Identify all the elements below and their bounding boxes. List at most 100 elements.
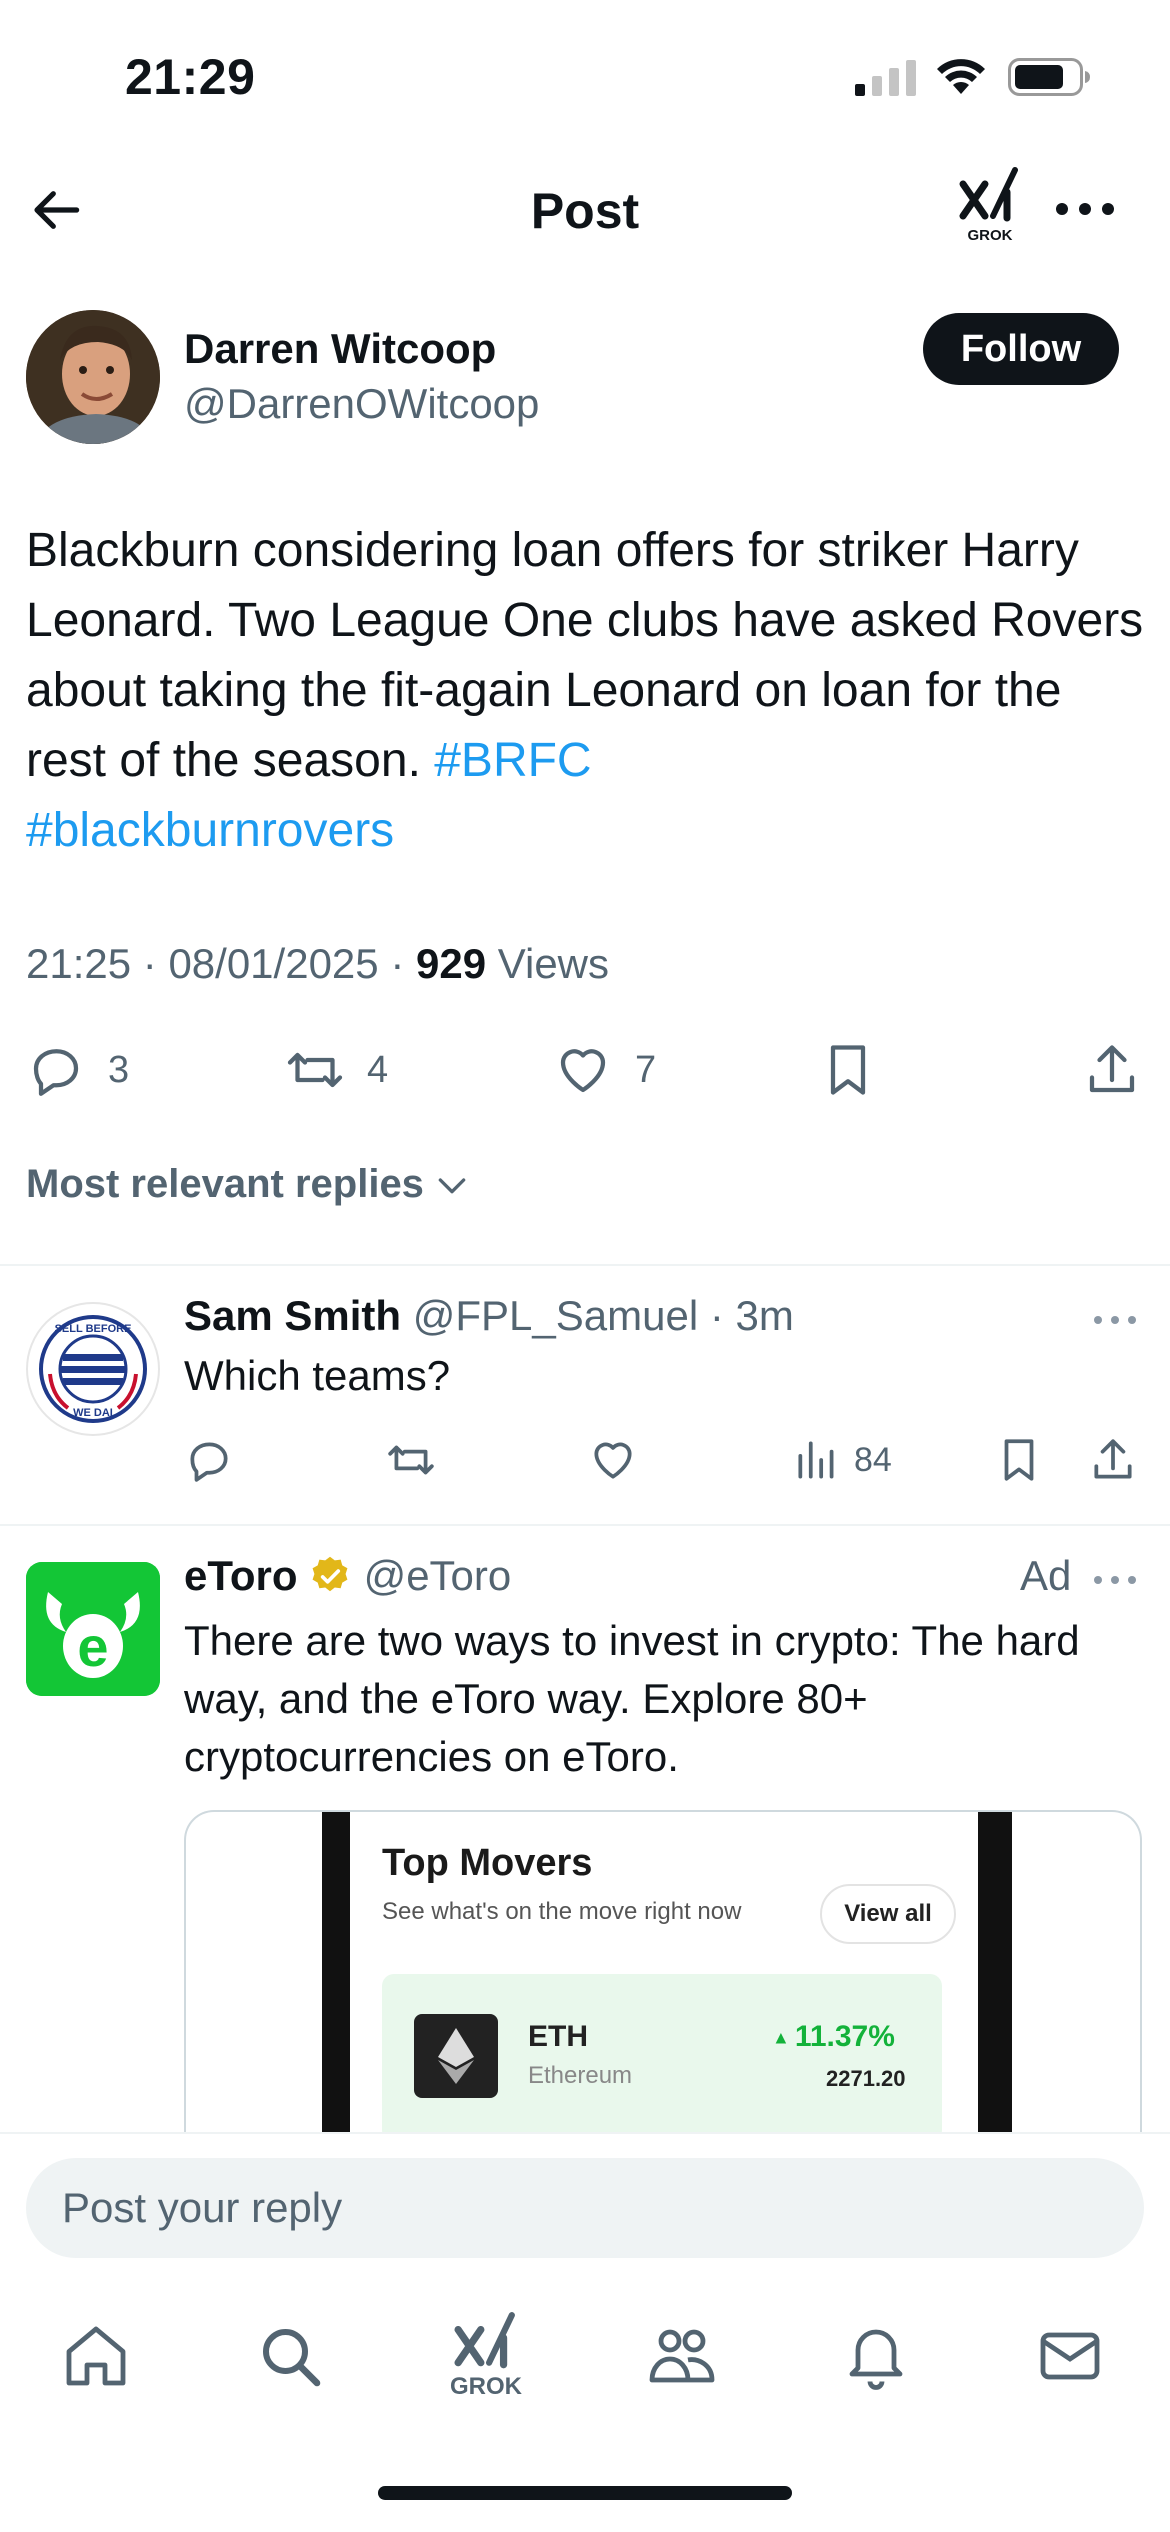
reply-repost-button[interactable] (386, 1425, 436, 1495)
ad-header: eToro @eToro (184, 1552, 511, 1600)
reply-composer: Post your reply (0, 2132, 1170, 2272)
bookmark-icon (1004, 1439, 1034, 1481)
search-icon (263, 2329, 321, 2387)
analytics-icon (798, 1441, 834, 1479)
repost-icon (287, 1052, 343, 1088)
wifi-icon (937, 59, 985, 94)
grok-label: GROK (967, 227, 1013, 244)
reply-header: Sam Smith @FPL_Samuel · 3m (184, 1292, 794, 1340)
hashtag-link[interactable]: #blackburnrovers (26, 804, 394, 857)
reply-icon (33, 1049, 79, 1096)
reply-avatar[interactable]: SELL BEFORE WE DAI (26, 1302, 160, 1436)
reply-input[interactable]: Post your reply (26, 2158, 1144, 2258)
up-triangle-icon: ▲ (772, 2027, 795, 2048)
tab-grok[interactable]: GROK (436, 2306, 536, 2406)
ad-label: Ad (1020, 1552, 1072, 1599)
replies-sort-dropdown[interactable]: Most relevant replies (26, 1162, 472, 1207)
tab-messages[interactable] (1020, 2306, 1120, 2406)
heart-icon (594, 1442, 632, 1479)
avatar-text-top: SELL BEFORE (55, 1323, 132, 1335)
grok-icon (454, 2312, 515, 2369)
etoro-logo: e (26, 1562, 160, 1696)
grok-icon (959, 167, 1018, 222)
status-bar: 21:29 (0, 0, 1170, 150)
coin-change: ▲ 11.37% (772, 2020, 895, 2054)
repost-button[interactable]: 4 (285, 1030, 388, 1110)
more-horizontal-icon (1056, 203, 1114, 215)
views-count: 929 (415, 940, 487, 987)
coin-symbol: ETH (528, 2020, 588, 2053)
coin-name: Ethereum (528, 2062, 633, 2089)
hashtag-link[interactable]: #BRFC (434, 734, 591, 787)
reply-button[interactable]: 3 (26, 1030, 129, 1110)
battery-icon (1008, 58, 1090, 96)
tab-communities[interactable] (632, 2306, 732, 2406)
share-icon (1094, 1439, 1132, 1479)
repost-count: 4 (367, 1048, 389, 1091)
ad-author-handle[interactable]: @eToro (364, 1552, 512, 1600)
post-date: 08/01/2025 (168, 940, 379, 987)
bell-icon (849, 2329, 903, 2390)
like-count: 7 (635, 1048, 657, 1091)
grok-button[interactable]: GROK (955, 166, 1025, 256)
post-time: 21:25 (26, 940, 132, 987)
reply-count: 3 (108, 1048, 130, 1091)
bookmark-icon (830, 1045, 866, 1095)
view-all-pill: View all (820, 1884, 956, 1944)
mail-icon (1040, 2332, 1100, 2380)
author-name[interactable]: Darren Witcoop (184, 325, 496, 373)
more-options-button[interactable] (1050, 184, 1120, 234)
views-label: Views (497, 940, 610, 987)
tab-home[interactable] (46, 2306, 146, 2406)
more-horizontal-icon (1094, 1316, 1136, 1324)
coin-price: 2271.20 (826, 2066, 906, 2091)
ad-text: There are two ways to invest in crypto: … (184, 1617, 1080, 1780)
post-meta: 21:25 · 08/01/2025 · 929 Views (26, 940, 610, 987)
bookmark-button[interactable] (818, 1030, 878, 1110)
dot-separator: · (698, 1292, 736, 1339)
reply-author-name[interactable]: Sam Smith (184, 1292, 401, 1339)
sell-before-we-dai-logo: SELL BEFORE WE DAI (39, 1315, 147, 1423)
ad-author-name[interactable]: eToro (184, 1552, 298, 1600)
eth-row: ETH Ethereum ▲ 11.37% 2271.20 (382, 1974, 942, 2140)
top-movers-title: Top Movers (382, 1842, 593, 1884)
reply-reply-button[interactable] (184, 1425, 234, 1495)
top-movers-subtitle: See what's on the move right now (382, 1898, 742, 1925)
heart-icon (560, 1049, 606, 1093)
like-button[interactable]: 7 (553, 1030, 656, 1110)
grok-tab-label: GROK (450, 2373, 522, 2400)
repost-icon (388, 1445, 434, 1475)
tab-notifications[interactable] (826, 2306, 926, 2406)
cellular-signal-icon (855, 60, 916, 96)
etoro-avatar[interactable]: e (26, 1562, 160, 1696)
tab-search[interactable] (240, 2306, 340, 2406)
reply-more-button[interactable] (1090, 1300, 1140, 1340)
author-avatar[interactable] (26, 310, 160, 444)
ethereum-icon (414, 2014, 498, 2098)
reply-views-button[interactable]: 84 (792, 1425, 892, 1495)
author-avatar-image (26, 310, 160, 444)
reply-author-handle[interactable]: @FPL_Samuel (413, 1292, 698, 1339)
people-icon (649, 2329, 715, 2383)
ad-media-card[interactable]: Top Movers See what's on the move right … (184, 1810, 1142, 2140)
share-button[interactable] (1082, 1030, 1142, 1110)
ad-more-button[interactable] (1090, 1560, 1140, 1600)
top-nav: Post GROK (0, 160, 1170, 260)
verified-badge-icon (312, 1556, 347, 1592)
reply-share-button[interactable] (1088, 1425, 1138, 1495)
avatar-text-bottom: WE DAI (73, 1407, 113, 1419)
more-horizontal-icon (1094, 1576, 1136, 1584)
reply-text: Which teams? (184, 1352, 451, 1399)
author-handle[interactable]: @DarrenOWitcoop (184, 380, 539, 428)
coin-change-value: 11.37% (794, 2020, 895, 2053)
follow-button[interactable]: Follow (923, 313, 1119, 385)
chevron-down-icon (438, 1177, 466, 1193)
home-indicator (378, 2486, 792, 2500)
post-text: Blackburn considering loan offers for st… (26, 516, 1146, 866)
share-icon (1089, 1045, 1135, 1093)
reply-bookmark-button[interactable] (994, 1425, 1044, 1495)
status-time: 21:29 (125, 49, 256, 105)
reply-like-button[interactable] (588, 1425, 638, 1495)
reply-icon (190, 1442, 228, 1482)
reply-age: 3m (735, 1292, 794, 1339)
